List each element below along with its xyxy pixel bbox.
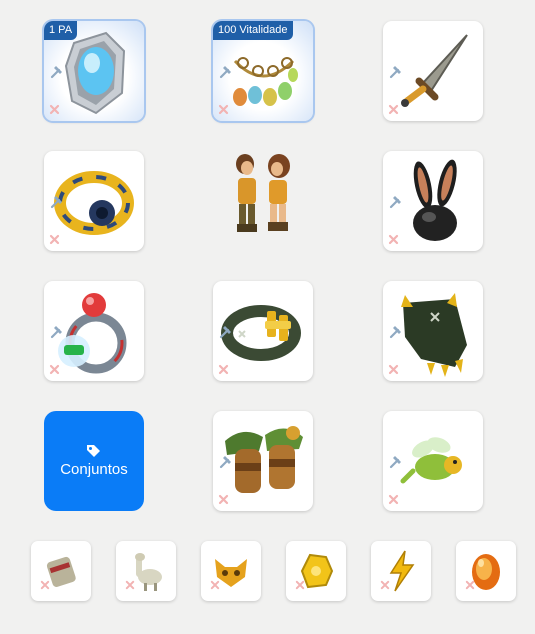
dofus-slot-3[interactable]: [201, 541, 261, 601]
belt-slot[interactable]: [44, 151, 144, 251]
remove-icon[interactable]: [49, 234, 60, 245]
dofus-slot-6[interactable]: [456, 541, 516, 601]
scroll-icon: [46, 556, 76, 587]
boots-slot[interactable]: [213, 411, 313, 511]
hammer-icon[interactable]: [387, 453, 403, 469]
hammer-icon[interactable]: [387, 323, 403, 339]
remove-icon[interactable]: [49, 104, 60, 115]
shield-slot[interactable]: 1 PA: [44, 21, 144, 121]
remove-icon[interactable]: [49, 364, 60, 375]
hammer-icon[interactable]: [48, 323, 64, 339]
remove-icon[interactable]: [40, 580, 50, 590]
remove-icon[interactable]: [218, 494, 229, 505]
remove-icon[interactable]: [388, 494, 399, 505]
remove-icon[interactable]: [218, 104, 229, 115]
remove-icon[interactable]: [295, 580, 305, 590]
dofus-slot-2[interactable]: [116, 541, 176, 601]
dofus-slot-1[interactable]: [31, 541, 91, 601]
hammer-icon[interactable]: [217, 323, 233, 339]
hat-slot[interactable]: [383, 151, 483, 251]
tags-icon: [87, 445, 100, 457]
sets-button[interactable]: Conjuntos: [44, 411, 144, 511]
lightning-icon: [389, 550, 415, 592]
hammer-icon[interactable]: [48, 63, 64, 79]
cloak-slot[interactable]: [383, 281, 483, 381]
hammer-icon[interactable]: [48, 193, 64, 209]
remove-icon[interactable]: [388, 234, 399, 245]
remove-icon[interactable]: [388, 364, 399, 375]
hammer-icon[interactable]: [217, 453, 233, 469]
ring-right-slot[interactable]: [213, 281, 313, 381]
remove-icon[interactable]: [210, 580, 220, 590]
pet-slot[interactable]: [383, 411, 483, 511]
remove-icon[interactable]: [218, 364, 229, 375]
dofus-slot-4[interactable]: [286, 541, 346, 601]
gold-nugget-icon: [300, 553, 334, 589]
ap-badge: 1 PA: [44, 21, 78, 40]
ring-left-slot[interactable]: [44, 281, 144, 381]
hammer-icon[interactable]: [387, 193, 403, 209]
remove-icon[interactable]: [125, 580, 135, 590]
remove-icon[interactable]: [388, 104, 399, 115]
weapon-slot[interactable]: [383, 21, 483, 121]
amulet-slot[interactable]: 100 Vitalidade: [213, 21, 313, 121]
remove-icon[interactable]: [465, 580, 475, 590]
hammer-icon[interactable]: [217, 63, 233, 79]
remove-icon[interactable]: [380, 580, 390, 590]
dofus-slot-5[interactable]: [371, 541, 431, 601]
hammer-icon[interactable]: [387, 63, 403, 79]
vitality-badge: 100 Vitalidade: [213, 21, 293, 40]
sets-button-label: Conjuntos: [60, 461, 128, 478]
fox-mask-icon: [215, 559, 247, 587]
amber-egg-icon: [472, 554, 500, 590]
llama-icon: [135, 553, 162, 591]
character-preview: [236, 154, 290, 232]
